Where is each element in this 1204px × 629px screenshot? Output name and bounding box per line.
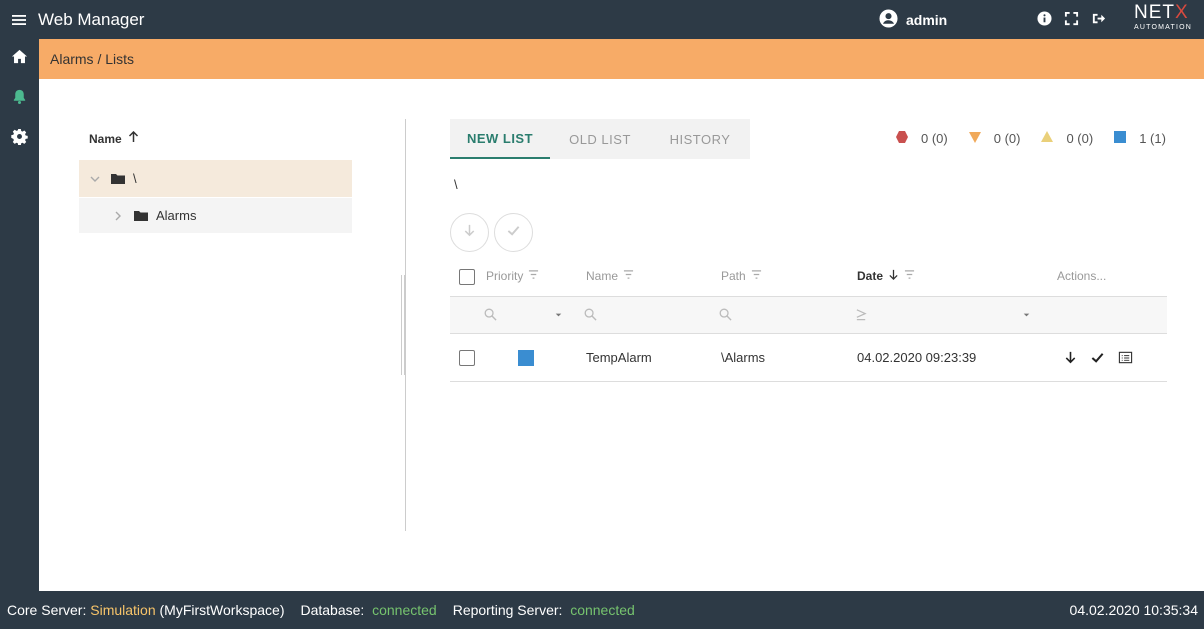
- menu-icon[interactable]: [0, 0, 38, 39]
- column-path[interactable]: Path: [721, 269, 762, 283]
- column-label: Actions...: [1057, 269, 1107, 283]
- square-icon: [1113, 130, 1139, 147]
- counter-value: 0 (0): [993, 131, 1021, 146]
- list-tabs: NEW LIST OLD LIST HISTORY: [450, 119, 750, 159]
- gear-icon: [11, 128, 28, 150]
- status-clock: 04.02.2020 10:35:34: [1069, 602, 1198, 618]
- fullscreen-icon[interactable]: [1064, 11, 1079, 26]
- user-name: admin: [906, 12, 948, 28]
- main-content: Name \ Alarms NEW LIST OLD LIST HISTORY: [39, 79, 1204, 591]
- tree-node-label: \: [133, 171, 137, 186]
- arrow-down-icon[interactable]: [1063, 350, 1079, 366]
- column-date[interactable]: Date: [857, 269, 915, 283]
- acknowledge-all-button[interactable]: [494, 213, 533, 252]
- resize-handle[interactable]: [401, 275, 409, 375]
- priority-dropdown-icon[interactable]: [552, 308, 566, 322]
- current-path: \: [454, 177, 458, 192]
- column-label: Date: [857, 269, 884, 283]
- logo-brand-x: X: [1175, 2, 1189, 23]
- search-icon[interactable]: [584, 308, 598, 322]
- search-icon[interactable]: [484, 308, 498, 322]
- counter-warning[interactable]: 0 (0): [968, 130, 1021, 147]
- triangle-up-icon: [1040, 130, 1066, 147]
- info-icon[interactable]: [1037, 11, 1052, 26]
- filter-icon[interactable]: [751, 269, 762, 283]
- cell-date: 04.02.2020 09:23:39: [857, 350, 977, 365]
- triangle-down-icon: [968, 130, 994, 147]
- database-status: connected: [372, 602, 437, 618]
- tree-node-alarms[interactable]: Alarms: [79, 198, 352, 233]
- row-checkbox[interactable]: [459, 350, 475, 366]
- arrow-down-icon: [462, 223, 477, 243]
- column-actions: Actions...: [1057, 269, 1106, 283]
- tab-old-list[interactable]: OLD LIST: [550, 119, 650, 159]
- sort-descending-icon: [888, 269, 899, 283]
- user-avatar-icon: [879, 9, 898, 31]
- sidebar: [0, 39, 39, 591]
- chevron-right-icon[interactable]: [112, 210, 124, 222]
- column-label: Path: [721, 269, 746, 283]
- priority-square-icon: [518, 350, 534, 366]
- tab-new-list[interactable]: NEW LIST: [450, 119, 550, 159]
- download-button[interactable]: [450, 213, 489, 252]
- core-server-label: Core Server:: [7, 602, 87, 618]
- column-label: Name: [586, 269, 619, 283]
- counter-value: 1 (1): [1139, 131, 1166, 146]
- cell-path: \Alarms: [721, 350, 766, 365]
- folder-icon: [134, 210, 148, 222]
- home-icon: [11, 48, 28, 70]
- counter-error[interactable]: 0 (0): [895, 130, 948, 147]
- counter-notice[interactable]: 0 (0): [1040, 130, 1093, 147]
- logo-subtitle: AUTOMATION: [1134, 24, 1193, 31]
- tree-sort-header[interactable]: Name: [89, 130, 139, 146]
- date-dropdown-icon[interactable]: [1020, 308, 1034, 322]
- tree-node-label: Alarms: [156, 208, 197, 223]
- filter-icon[interactable]: [904, 269, 915, 283]
- breadcrumb: Alarms / Lists: [39, 39, 1204, 79]
- hexagon-icon: [895, 130, 921, 147]
- core-workspace: (MyFirstWorkspace): [159, 602, 285, 618]
- core-server-value: Simulation: [90, 602, 156, 618]
- column-priority[interactable]: Priority: [486, 269, 539, 283]
- filter-icon[interactable]: [623, 269, 634, 283]
- counter-info[interactable]: 1 (1): [1113, 130, 1166, 147]
- details-list-icon[interactable]: [1118, 350, 1134, 366]
- select-all-checkbox[interactable]: [459, 269, 475, 285]
- sidebar-item-alarms[interactable]: [0, 79, 39, 119]
- reporting-server-label: Reporting Server:: [452, 602, 563, 618]
- tab-history[interactable]: HISTORY: [650, 119, 750, 159]
- sidebar-item-settings[interactable]: [0, 119, 39, 159]
- tree-node-root[interactable]: \: [79, 160, 352, 197]
- bell-icon: [11, 88, 28, 110]
- chevron-down-icon[interactable]: [89, 173, 101, 185]
- tree-header-label: Name: [89, 131, 122, 146]
- database-label: Database:: [300, 602, 365, 618]
- column-name[interactable]: Name: [586, 269, 634, 283]
- greater-equal-icon[interactable]: [855, 308, 869, 322]
- status-bar: Core Server: Simulation (MyFirstWorkspac…: [0, 591, 1204, 629]
- breadcrumb-text: Alarms / Lists: [50, 51, 135, 67]
- sidebar-item-home[interactable]: [0, 39, 39, 79]
- reporting-server-status: connected: [570, 602, 635, 618]
- checkmark-icon: [506, 223, 521, 243]
- logout-icon[interactable]: [1091, 11, 1106, 26]
- table-row[interactable]: TempAlarm \Alarms 04.02.2020 09:23:39: [450, 334, 1167, 382]
- filter-row: [450, 297, 1167, 334]
- user-menu[interactable]: admin: [879, 9, 947, 31]
- counter-value: 0 (0): [1066, 131, 1094, 146]
- filter-icon[interactable]: [528, 269, 539, 283]
- search-icon[interactable]: [719, 308, 733, 322]
- counter-value: 0 (0): [921, 131, 948, 146]
- alarm-counters: 0 (0) 0 (0) 0 (0) 1 (1): [895, 130, 1186, 147]
- app-title: Web Manager: [38, 9, 145, 29]
- cell-name: TempAlarm: [586, 350, 652, 365]
- logo-brand: NET: [1134, 2, 1175, 23]
- netx-logo: NETX AUTOMATION: [1134, 3, 1194, 32]
- top-bar: Web Manager admin NETX AUTOMATION: [0, 0, 1204, 39]
- table-header: Priority Name Path Date Actions...: [450, 257, 1167, 297]
- folder-icon: [111, 173, 125, 185]
- sort-ascending-icon: [128, 130, 139, 146]
- column-label: Priority: [486, 269, 524, 283]
- checkmark-icon[interactable]: [1090, 350, 1106, 366]
